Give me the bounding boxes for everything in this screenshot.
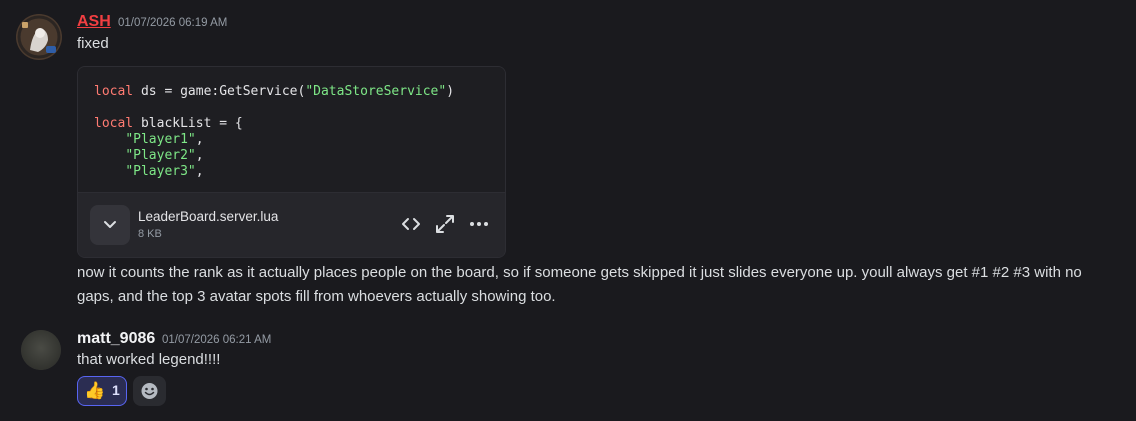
more-icon (470, 222, 488, 226)
thumbs-up-icon: 👍 (84, 381, 106, 401)
avatar-image (21, 330, 61, 370)
code-text: , (195, 132, 204, 147)
add-reaction-button[interactable] (133, 376, 166, 406)
timestamp: 01/07/2026 06:21 AM (162, 334, 272, 346)
expand-button[interactable] (433, 212, 457, 236)
code-line: local ds = game:GetService("DataStoreSer… (94, 84, 454, 100)
username[interactable]: matt_9086 (77, 329, 155, 349)
code-line: "Player1", (94, 132, 204, 148)
message-ash: ASH 01/07/2026 06:19 AM fixed local ds =… (0, 0, 1136, 320)
file-name[interactable]: LeaderBoard.server.lua (138, 209, 278, 224)
code-text: blackList = { (133, 116, 243, 131)
file-bar: LeaderBoard.server.lua 8 KB (78, 192, 505, 257)
code-keyword: local (94, 116, 134, 131)
username[interactable]: ASH (77, 12, 111, 32)
code-string: "Player3" (125, 164, 196, 179)
code-string: "Player2" (125, 148, 196, 163)
reaction-thumbs-up[interactable]: 👍 1 (77, 376, 127, 406)
avatar[interactable] (16, 14, 62, 60)
message-matt: matt_9086 01/07/2026 06:21 AM that worke… (0, 320, 1136, 421)
code-text: ) (446, 84, 455, 99)
chevron-down-icon (104, 221, 116, 228)
code-string: "Player1" (125, 132, 196, 147)
code-keyword: local (94, 84, 134, 99)
code-text: , (195, 164, 204, 179)
message-text: fixed (77, 35, 109, 52)
code-preview[interactable]: local ds = game:GetService("DataStoreSer… (78, 67, 505, 192)
code-line: local blackList = { (94, 116, 243, 132)
code-string: "DataStoreService" (305, 84, 447, 99)
message-text-line: now it counts the rank as it actually pl… (77, 264, 1082, 281)
message-text-line: gaps, and the top 3 avatar spots fill fr… (77, 288, 556, 305)
code-attachment: local ds = game:GetService("DataStoreSer… (77, 66, 506, 258)
avatar[interactable] (21, 330, 61, 370)
avatar-image (16, 14, 62, 60)
expand-code-button[interactable] (90, 205, 130, 245)
code-line: "Player3", (94, 164, 204, 180)
more-options-button[interactable] (467, 212, 491, 236)
code-text: , (195, 148, 204, 163)
code-line: "Player2", (94, 148, 204, 164)
timestamp: 01/07/2026 06:19 AM (118, 17, 228, 29)
code-text: ds = game:GetService( (133, 84, 306, 99)
code-icon (402, 218, 420, 230)
add-reaction-icon (141, 383, 158, 399)
view-code-button[interactable] (399, 212, 423, 236)
message-text: that worked legend!!!! (77, 351, 221, 368)
expand-icon (436, 215, 454, 233)
file-size: 8 KB (138, 228, 162, 240)
reaction-count: 1 (112, 382, 120, 398)
